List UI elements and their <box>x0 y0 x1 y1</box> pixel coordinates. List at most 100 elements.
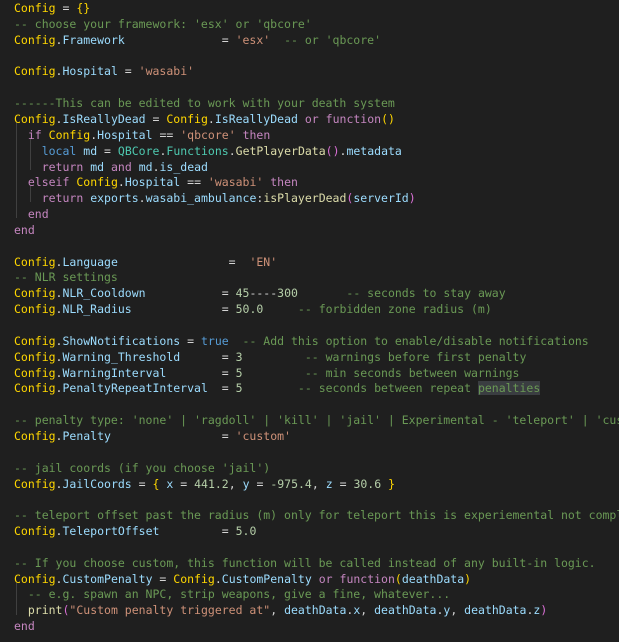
code-token: Hospital <box>62 64 118 79</box>
code-token: () <box>325 143 340 158</box>
code-token: == <box>180 175 208 190</box>
code-token: Framework <box>62 32 125 47</box>
code-line: Config.NLR_Radius = 50.0 -- forbidden zo… <box>14 301 492 317</box>
code-editor[interactable]: Config = {} -- choose your framework: 'es… <box>0 0 619 642</box>
code-token: () <box>381 111 395 126</box>
code-token: IsReallyDead <box>214 111 298 126</box>
code-token: Config <box>14 349 56 364</box>
code-line: Config.WarningInterval = 5 -- min second… <box>14 365 519 381</box>
code-line: -- e.g. spawn an NPC, strip weapons, giv… <box>14 586 450 602</box>
code-token: = <box>152 571 174 586</box>
code-token: if <box>27 127 42 142</box>
code-token: = <box>249 476 271 491</box>
code-line: -- penalty type: 'none' | 'ragdoll' | 'k… <box>14 412 619 428</box>
code-token: -- Add this option to enable/disable not… <box>242 333 589 348</box>
code-token: y <box>242 476 250 491</box>
code-token: or <box>318 571 333 586</box>
code-token: = <box>173 476 195 491</box>
code-token: function <box>339 571 395 586</box>
code-line: return exports.wasabi_ambulance:isPlayer… <box>14 190 416 206</box>
code-token: Hospital <box>97 127 153 142</box>
code-line: -- If you choose custom, this function w… <box>14 555 596 571</box>
code-token: deathData <box>464 603 527 618</box>
code-line: Config.Penalty = 'custom' <box>14 428 291 444</box>
code-token: metadata <box>346 143 402 158</box>
code-token: Config <box>14 64 56 79</box>
code-line: -- choose your framework: 'esx' or 'qbco… <box>14 16 312 32</box>
code-token: -975.4 <box>270 476 312 491</box>
code-token: function <box>325 111 382 126</box>
code-line: Config.PenaltyRepeatInterval = 5 -- seco… <box>14 380 541 396</box>
code-token: -- If you choose custom, this function w… <box>14 555 596 570</box>
code-token: md <box>83 143 98 158</box>
code-token: return <box>41 159 84 174</box>
code-token: PenaltyRepeatInterval <box>62 381 208 396</box>
code-token: ------This can be edited to work with yo… <box>14 96 395 111</box>
code-token: 50.0 <box>235 302 264 317</box>
code-token: = <box>332 476 354 491</box>
code-token: end <box>14 619 35 634</box>
code-token: exports <box>90 191 139 206</box>
code-token: ) <box>408 191 416 206</box>
code-token: . <box>207 111 215 126</box>
code-token: -- e.g. spawn an NPC, strip weapons, giv… <box>27 587 451 602</box>
code-token: md <box>90 159 105 174</box>
code-token: NLR_Cooldown <box>62 286 146 301</box>
code-token: Config <box>14 1 56 15</box>
code-token: 5.0 <box>235 524 257 539</box>
code-token: Config <box>173 571 215 586</box>
code-token: -- penalty type: 'none' | 'ragdoll' | 'k… <box>14 413 619 428</box>
code-token: GetPlayerData <box>235 143 326 158</box>
code-token: = <box>159 524 236 539</box>
code-token: 3 <box>235 349 243 364</box>
code-token: Functions <box>166 143 229 158</box>
code-token: ---- <box>249 286 278 301</box>
code-token: 45 <box>235 286 250 301</box>
code-token: and <box>110 159 132 174</box>
code-token: deathData <box>401 571 465 586</box>
code-line: ------This can be edited to work with yo… <box>14 95 395 111</box>
code-line: Config.JailCoords = { x = 441.2, y = -97… <box>14 476 395 492</box>
code-token: elseif <box>27 175 70 190</box>
code-token: = <box>180 333 201 348</box>
code-token: = <box>131 476 153 491</box>
code-token: Config <box>14 428 56 443</box>
code-token: , <box>311 476 326 491</box>
code-token: serverId <box>353 191 409 206</box>
code-token: wasabi_ambulance <box>145 191 257 206</box>
code-token: ) <box>464 571 472 586</box>
code-token: 30.6 <box>353 476 382 491</box>
code-token: 441.2 <box>194 476 229 491</box>
code-token: penalties <box>477 381 541 396</box>
code-line: end <box>14 618 35 634</box>
code-token: = <box>131 302 236 317</box>
code-token: QBCore <box>117 143 160 158</box>
code-token: Config <box>14 381 56 396</box>
code-token: -- choose your framework: 'esx' or 'qbco… <box>14 16 312 31</box>
code-token: TeleportOffset <box>62 524 160 539</box>
code-token: Penalty <box>62 428 111 443</box>
code-token: 'wasabi' <box>138 64 195 79</box>
code-line: print("Custom penalty triggered at", dea… <box>14 602 547 618</box>
code-token: Config <box>14 476 56 491</box>
code-token: Config <box>14 111 56 126</box>
code-token: 'wasabi' <box>207 175 264 190</box>
code-line: Config.NLR_Cooldown = 45----300 -- secon… <box>14 285 506 301</box>
code-token: z <box>325 476 333 491</box>
code-token: -- warnings before first penalty <box>304 349 527 364</box>
code-token: -- NLR settings <box>14 270 118 285</box>
code-token: Config <box>14 254 56 269</box>
code-line: Config = {} <box>14 0 90 16</box>
